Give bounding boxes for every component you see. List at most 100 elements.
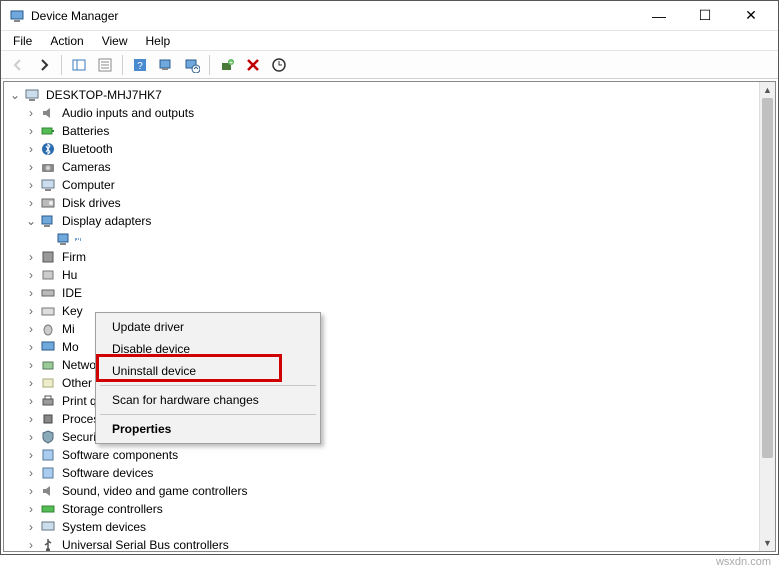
tree-item-label: Universal Serial Bus controllers [60, 538, 231, 551]
tree-item-label: Cameras [60, 160, 113, 174]
tree-item-disk-drives[interactable]: › Disk drives [6, 194, 757, 212]
chevron-right-icon[interactable]: › [24, 466, 38, 480]
chevron-down-icon[interactable]: ⌄ [24, 214, 38, 228]
context-menu: Update driver Disable device Uninstall d… [95, 312, 321, 444]
back-button[interactable] [6, 53, 30, 77]
chevron-right-icon[interactable]: › [24, 304, 38, 318]
battery-icon [40, 123, 56, 139]
context-properties[interactable]: Properties [98, 418, 318, 440]
properties-icon[interactable] [93, 53, 117, 77]
chevron-right-icon[interactable]: › [24, 520, 38, 534]
chevron-right-icon[interactable]: › [24, 412, 38, 426]
tree-root-label: DESKTOP-MHJ7HK7 [44, 88, 164, 102]
computer-icon [24, 87, 40, 103]
tree-item-label: Key [60, 304, 85, 318]
disk-icon [40, 195, 56, 211]
tree-item-hid[interactable]: ›Hu [6, 266, 757, 284]
maximize-button[interactable]: ☐ [682, 1, 728, 31]
context-scan-hardware[interactable]: Scan for hardware changes [98, 389, 318, 411]
chevron-right-icon[interactable]: › [24, 448, 38, 462]
tree-item-system-devices[interactable]: ›System devices [6, 518, 757, 536]
chevron-right-icon[interactable]: › [24, 484, 38, 498]
chevron-right-icon[interactable]: › [24, 286, 38, 300]
chevron-right-icon[interactable]: › [24, 250, 38, 264]
scan-hardware-icon[interactable] [267, 53, 291, 77]
toolbar: ? + [1, 51, 778, 79]
tree-root[interactable]: ⌄ DESKTOP-MHJ7HK7 [6, 86, 757, 104]
tree-item-label: IDE [60, 286, 84, 300]
hid-icon [40, 267, 56, 283]
window-controls: — ☐ ✕ [636, 1, 774, 31]
menu-action[interactable]: Action [42, 32, 91, 50]
scrollbar-thumb[interactable] [762, 98, 773, 458]
titlebar: Device Manager — ☐ ✕ [1, 1, 778, 31]
tree-item-firmware[interactable]: ›Firm [6, 248, 757, 266]
forward-button[interactable] [32, 53, 56, 77]
scan-changes-icon[interactable] [154, 53, 178, 77]
scroll-up-icon[interactable]: ▲ [760, 82, 775, 98]
network-icon [40, 357, 56, 373]
tree-item-batteries[interactable]: › Batteries [6, 122, 757, 140]
sound-icon [40, 483, 56, 499]
update-driver-icon[interactable] [180, 53, 204, 77]
context-update-driver[interactable]: Update driver [98, 316, 318, 338]
usb-icon [40, 537, 56, 551]
tree-item-label: Audio inputs and outputs [60, 106, 196, 120]
toolbar-separator [61, 55, 62, 75]
pc-icon [40, 177, 56, 193]
add-legacy-hardware-icon[interactable]: + [215, 53, 239, 77]
uninstall-icon[interactable] [241, 53, 265, 77]
show-hide-console-icon[interactable] [67, 53, 91, 77]
app-icon [9, 8, 25, 24]
tree-item-label: Disk drives [60, 196, 123, 210]
tree-item-bluetooth[interactable]: ›Bluetooth [6, 140, 757, 158]
tree-item-storage-controllers[interactable]: ›Storage controllers [6, 500, 757, 518]
minimize-button[interactable]: — [636, 1, 682, 31]
vertical-scrollbar[interactable]: ▲ ▼ [759, 82, 775, 551]
tree-item-cameras[interactable]: › Cameras [6, 158, 757, 176]
context-separator [100, 385, 316, 386]
watermark: wsxdn.com [716, 556, 771, 568]
tree-item-label: Software devices [60, 466, 155, 480]
monitor-icon [40, 339, 56, 355]
chevron-down-icon[interactable]: ⌄ [8, 88, 22, 102]
tree-item-label: Sound, video and game controllers [60, 484, 249, 498]
chevron-right-icon[interactable]: › [24, 502, 38, 516]
chevron-right-icon[interactable]: › [24, 268, 38, 282]
chevron-right-icon[interactable]: › [24, 106, 38, 120]
software-component-icon [40, 447, 56, 463]
chevron-right-icon[interactable]: › [24, 358, 38, 372]
context-disable-device[interactable]: Disable device [98, 338, 318, 360]
ide-icon [40, 285, 56, 301]
svg-text:+: + [229, 58, 234, 67]
context-uninstall-device[interactable]: Uninstall device [98, 360, 318, 382]
tree-item-usb[interactable]: › Universal Serial Bus controllers [6, 536, 757, 551]
chevron-right-icon[interactable]: › [24, 124, 38, 138]
chevron-right-icon[interactable]: › [24, 322, 38, 336]
tree-item-label: Batteries [60, 124, 111, 138]
tree-item-display-child[interactable]: › [6, 230, 757, 248]
close-button[interactable]: ✕ [728, 1, 774, 31]
chevron-right-icon[interactable]: › [24, 178, 38, 192]
chevron-right-icon[interactable]: › [24, 394, 38, 408]
menu-file[interactable]: File [5, 32, 40, 50]
chevron-right-icon[interactable]: › [24, 538, 38, 551]
tree-item-sound-video-game[interactable]: › Sound, video and game controllers [6, 482, 757, 500]
menu-help[interactable]: Help [138, 32, 179, 50]
display-adapter-icon [40, 213, 56, 229]
scroll-down-icon[interactable]: ▼ [760, 535, 775, 551]
chevron-right-icon[interactable]: › [24, 430, 38, 444]
chevron-right-icon[interactable]: › [24, 340, 38, 354]
chevron-right-icon[interactable]: › [24, 142, 38, 156]
chevron-right-icon[interactable]: › [24, 376, 38, 390]
chevron-right-icon[interactable]: › [24, 196, 38, 210]
menu-view[interactable]: View [94, 32, 136, 50]
tree-item-audio[interactable]: › Audio inputs and outputs [6, 104, 757, 122]
tree-item-computer[interactable]: ›Computer [6, 176, 757, 194]
tree-item-software-components[interactable]: ›Software components [6, 446, 757, 464]
tree-item-ide[interactable]: › IDE [6, 284, 757, 302]
help-icon[interactable]: ? [128, 53, 152, 77]
chevron-right-icon[interactable]: › [24, 160, 38, 174]
tree-item-software-devices[interactable]: › Software devices [6, 464, 757, 482]
tree-item-display-adapters[interactable]: ⌄Display adapters [6, 212, 757, 230]
